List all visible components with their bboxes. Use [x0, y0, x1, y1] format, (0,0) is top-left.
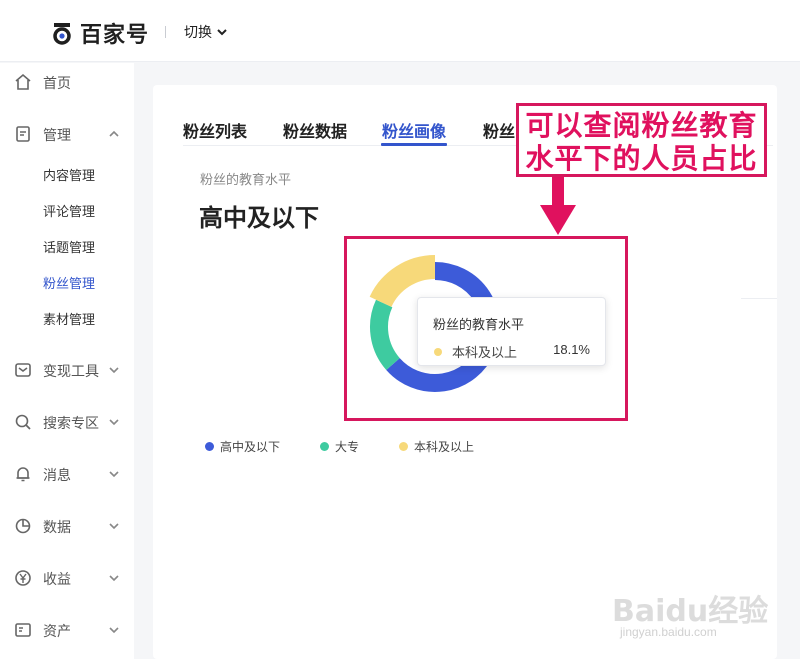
bell-icon — [16, 467, 30, 482]
chevron-up-icon — [109, 130, 119, 137]
header-divider — [165, 26, 166, 38]
sidebar-item-label: 数据 — [43, 519, 71, 535]
wallet-icon — [15, 363, 31, 377]
sidebar-item-manage[interactable]: 管理 — [0, 121, 134, 147]
chevron-down-icon — [217, 29, 227, 36]
sidebar-subitem-content[interactable]: 内容管理 — [43, 165, 95, 184]
annotation-arrow-icon — [540, 177, 576, 235]
legend-dot — [399, 442, 408, 451]
section-value: 高中及以下 — [199, 205, 319, 232]
tab-fan-more[interactable]: 粉丝 — [483, 118, 515, 142]
tab-active-indicator — [381, 143, 447, 146]
logo-text: 百家号 — [80, 23, 150, 48]
legend-label: 大专 — [335, 440, 360, 454]
legend-item-bachelor[interactable]: 本科及以上 — [399, 438, 474, 455]
sidebar-subitem-materials[interactable]: 素材管理 — [43, 309, 95, 328]
legend-item-high-school[interactable]: 高中及以下 — [205, 438, 280, 455]
chevron-down-icon — [109, 367, 119, 374]
annotation-line-2: 水平下的人员占比 — [525, 142, 758, 175]
sidebar-item-earnings[interactable]: 收益 — [0, 565, 134, 591]
tab-fan-portrait[interactable]: 粉丝画像 — [382, 118, 446, 142]
chevron-down-icon — [109, 419, 119, 426]
sidebar: 首页 管理 内容管理 评论管理 话题管理 粉丝管理 素材管理 变现工具 搜索专区… — [0, 63, 134, 659]
asset-icon — [15, 623, 31, 637]
home-icon — [15, 73, 31, 90]
yuan-icon — [15, 570, 31, 586]
sidebar-item-label: 管理 — [43, 127, 71, 143]
legend-dot — [320, 442, 329, 451]
annotation-text: 可以查阅粉丝教育 水平下的人员占比 — [519, 109, 764, 175]
annotation-line-1: 可以查阅粉丝教育 — [525, 109, 758, 142]
sidebar-item-messages[interactable]: 消息 — [0, 461, 134, 487]
logo-icon — [52, 20, 72, 46]
sidebar-item-label: 变现工具 — [43, 363, 99, 379]
pie-chart-icon — [15, 518, 31, 534]
annotation-callout: 可以查阅粉丝教育 水平下的人员占比 — [516, 103, 767, 177]
sidebar-item-monetize[interactable]: 变现工具 — [0, 357, 134, 383]
sidebar-subitem-fans[interactable]: 粉丝管理 — [43, 273, 95, 292]
sidebar-item-label: 资产 — [43, 623, 71, 639]
document-icon — [16, 126, 30, 142]
sidebar-item-label: 消息 — [43, 467, 71, 483]
sidebar-item-assets[interactable]: 资产 — [0, 617, 134, 643]
annotation-highlight-frame — [344, 236, 628, 421]
sidebar-subitem-comments[interactable]: 评论管理 — [43, 201, 95, 220]
sidebar-item-label: 搜索专区 — [43, 415, 99, 431]
search-icon — [15, 414, 31, 430]
legend-dot — [205, 442, 214, 451]
sidebar-item-label: 收益 — [43, 571, 71, 587]
legend-label: 高中及以下 — [220, 440, 281, 454]
watermark: Baidu经验 jingyan.baidu.com — [612, 580, 792, 650]
sidebar-item-home[interactable]: 首页 — [0, 69, 134, 95]
sidebar-item-label: 首页 — [43, 75, 71, 91]
switch-label: 切换 — [184, 24, 212, 40]
chevron-down-icon — [109, 575, 119, 582]
top-bar: 百家号 切换 — [0, 0, 800, 62]
switch-account-button[interactable]: 切换 — [184, 22, 228, 42]
logo[interactable]: 百家号 — [52, 17, 149, 49]
sidebar-subitem-topics[interactable]: 话题管理 — [43, 237, 95, 256]
watermark-logo: Baidu经验 — [612, 594, 769, 629]
tab-fan-data[interactable]: 粉丝数据 — [283, 118, 347, 142]
chevron-down-icon — [109, 627, 119, 634]
chevron-down-icon — [109, 471, 119, 478]
legend-item-college[interactable]: 大专 — [320, 438, 359, 455]
section-label: 粉丝的教育水平 — [200, 172, 292, 187]
chevron-down-icon — [109, 523, 119, 530]
sidebar-item-data[interactable]: 数据 — [0, 513, 134, 539]
tab-fan-list[interactable]: 粉丝列表 — [183, 118, 247, 142]
divider — [741, 298, 777, 299]
legend-label: 本科及以上 — [414, 440, 475, 454]
sidebar-item-search[interactable]: 搜索专区 — [0, 409, 134, 435]
watermark-url: jingyan.baidu.com — [620, 625, 717, 639]
